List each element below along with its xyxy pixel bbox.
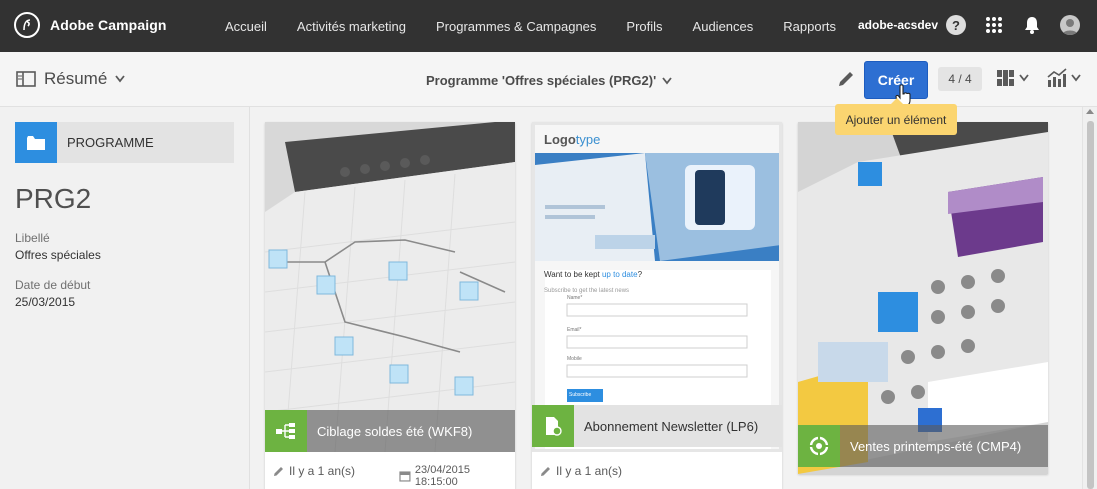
- modified-info: Il y a 1 an(s): [540, 464, 622, 478]
- adobe-campaign-logo-icon: [14, 12, 40, 38]
- workflow-thumbnail: [265, 122, 515, 452]
- preview-heading-c: ?: [637, 270, 643, 279]
- page-title-text: Programme 'Offres spéciales (PRG2)': [426, 73, 657, 88]
- card-title: Ventes printemps-été (CMP4): [850, 438, 1022, 454]
- user-name[interactable]: adobe-acsdev: [858, 18, 938, 32]
- card-view-icon: [997, 70, 1014, 86]
- date-text: 23/04/2015 18:15:00: [414, 464, 470, 488]
- scroll-up-arrow-icon[interactable]: [1086, 109, 1094, 114]
- brand[interactable]: Adobe Campaign: [14, 12, 167, 38]
- nav-item-rapports[interactable]: Rapports: [783, 19, 836, 34]
- app-title: Adobe Campaign: [50, 17, 167, 33]
- apps-grid-icon[interactable]: [984, 15, 1004, 35]
- help-icon[interactable]: ?: [946, 15, 966, 35]
- card-title: Ciblage soldes été (WKF8): [317, 423, 473, 439]
- preview-heading-b: up to date: [601, 270, 638, 279]
- field-label-libelle: Libellé: [15, 231, 50, 245]
- card-title-bar: Ventes printemps-été (CMP4): [798, 425, 1048, 467]
- campaign-thumbnail: [798, 122, 1048, 474]
- folder-icon: [15, 122, 57, 163]
- landing-page-icon: [532, 405, 574, 447]
- modified-info: Il y a 1 an(s): [273, 464, 355, 478]
- landing-page-thumbnail: Logotype Want to be kept up to date? Sub…: [532, 122, 782, 452]
- modified-text: Il y a 1 an(s): [556, 464, 623, 478]
- workflow-icon: [265, 410, 307, 452]
- chevron-down-icon: [662, 76, 672, 84]
- avatar[interactable]: [1060, 15, 1080, 35]
- summary-label: Résumé: [44, 69, 108, 88]
- scrollbar-thumb[interactable]: [1087, 121, 1094, 489]
- sub-header: Résumé Programme 'Offres spéciales (PRG2…: [0, 52, 1097, 107]
- nav-item-profils[interactable]: Profils: [626, 19, 662, 34]
- create-tooltip: Ajouter un élément: [835, 98, 957, 135]
- calendar-icon: [399, 471, 411, 482]
- card-landing-page[interactable]: Logotype Want to be kept up to date? Sub…: [532, 122, 782, 489]
- preview-logo: Logotype: [544, 132, 600, 147]
- card-campaign[interactable]: Ventes printemps-été (CMP4): [798, 122, 1048, 474]
- bell-icon[interactable]: [1022, 15, 1042, 35]
- preview-label-name: Name*: [567, 295, 583, 301]
- pencil-icon: [274, 467, 283, 476]
- preview-heading: Want to be kept up to date?: [544, 270, 642, 279]
- main-nav: Accueil Activités marketing Programmes &…: [210, 0, 851, 52]
- field-value-libelle: Offres spéciales: [15, 248, 101, 262]
- program-name: PRG2: [15, 183, 92, 214]
- card-workflow[interactable]: Ciblage soldes été (WKF8) Il y a 1 an(s)…: [265, 122, 515, 489]
- top-bar: Adobe Campaign Accueil Activités marketi…: [0, 0, 1097, 52]
- nav-item-programmes-campagnes[interactable]: Programmes & Campagnes: [436, 19, 596, 34]
- view-mode-dropdown[interactable]: [996, 69, 1029, 87]
- chevron-down-icon: [115, 75, 126, 83]
- date-info: 23/04/2015 18:15:00: [399, 464, 515, 488]
- preview-heading-a: Want to be kept: [544, 270, 602, 279]
- edit-pencil-icon[interactable]: [836, 69, 856, 94]
- field-value-date-debut: 25/03/2015: [15, 295, 76, 309]
- chart-view-dropdown[interactable]: [1046, 68, 1081, 88]
- pencil-icon: [541, 467, 550, 476]
- preview-logo-b: type: [575, 132, 601, 147]
- campaign-target-icon: [798, 425, 840, 467]
- field-label-date-debut: Date de début: [15, 278, 91, 292]
- page-title[interactable]: Programme 'Offres spéciales (PRG2)': [426, 73, 672, 88]
- nav-item-accueil[interactable]: Accueil: [225, 19, 267, 34]
- type-label: PROGRAMME: [67, 135, 154, 150]
- chevron-down-icon: [1019, 74, 1029, 82]
- program-type-badge: PROGRAMME: [15, 122, 234, 163]
- item-counter: 4 / 4: [938, 67, 982, 91]
- panel-icon: [16, 71, 36, 87]
- card-title-bar: Abonnement Newsletter (LP6): [532, 405, 782, 447]
- preview-label-mobile: Mobile: [567, 356, 582, 362]
- preview-logo-a: Logo: [544, 132, 576, 147]
- card-title-bar: Ciblage soldes été (WKF8): [265, 410, 515, 452]
- cards-area: Ciblage soldes été (WKF8) Il y a 1 an(s)…: [251, 107, 1082, 489]
- scrollbar[interactable]: [1082, 107, 1097, 489]
- chart-icon: [1047, 68, 1067, 87]
- summary-panel: PROGRAMME PRG2 Libellé Offres spéciales …: [0, 107, 250, 489]
- nav-item-activites-marketing[interactable]: Activités marketing: [297, 19, 406, 34]
- nav-item-audiences[interactable]: Audiences: [693, 19, 754, 34]
- preview-subscribe-button: Subscribe: [569, 392, 592, 398]
- preview-label-email: Email*: [567, 327, 582, 333]
- card-title: Abonnement Newsletter (LP6): [584, 418, 759, 434]
- modified-text: Il y a 1 an(s): [289, 464, 356, 478]
- summary-dropdown[interactable]: Résumé: [16, 69, 126, 89]
- chevron-down-icon: [1071, 74, 1081, 82]
- preview-subtext: Subscribe to get the latest news: [544, 288, 630, 294]
